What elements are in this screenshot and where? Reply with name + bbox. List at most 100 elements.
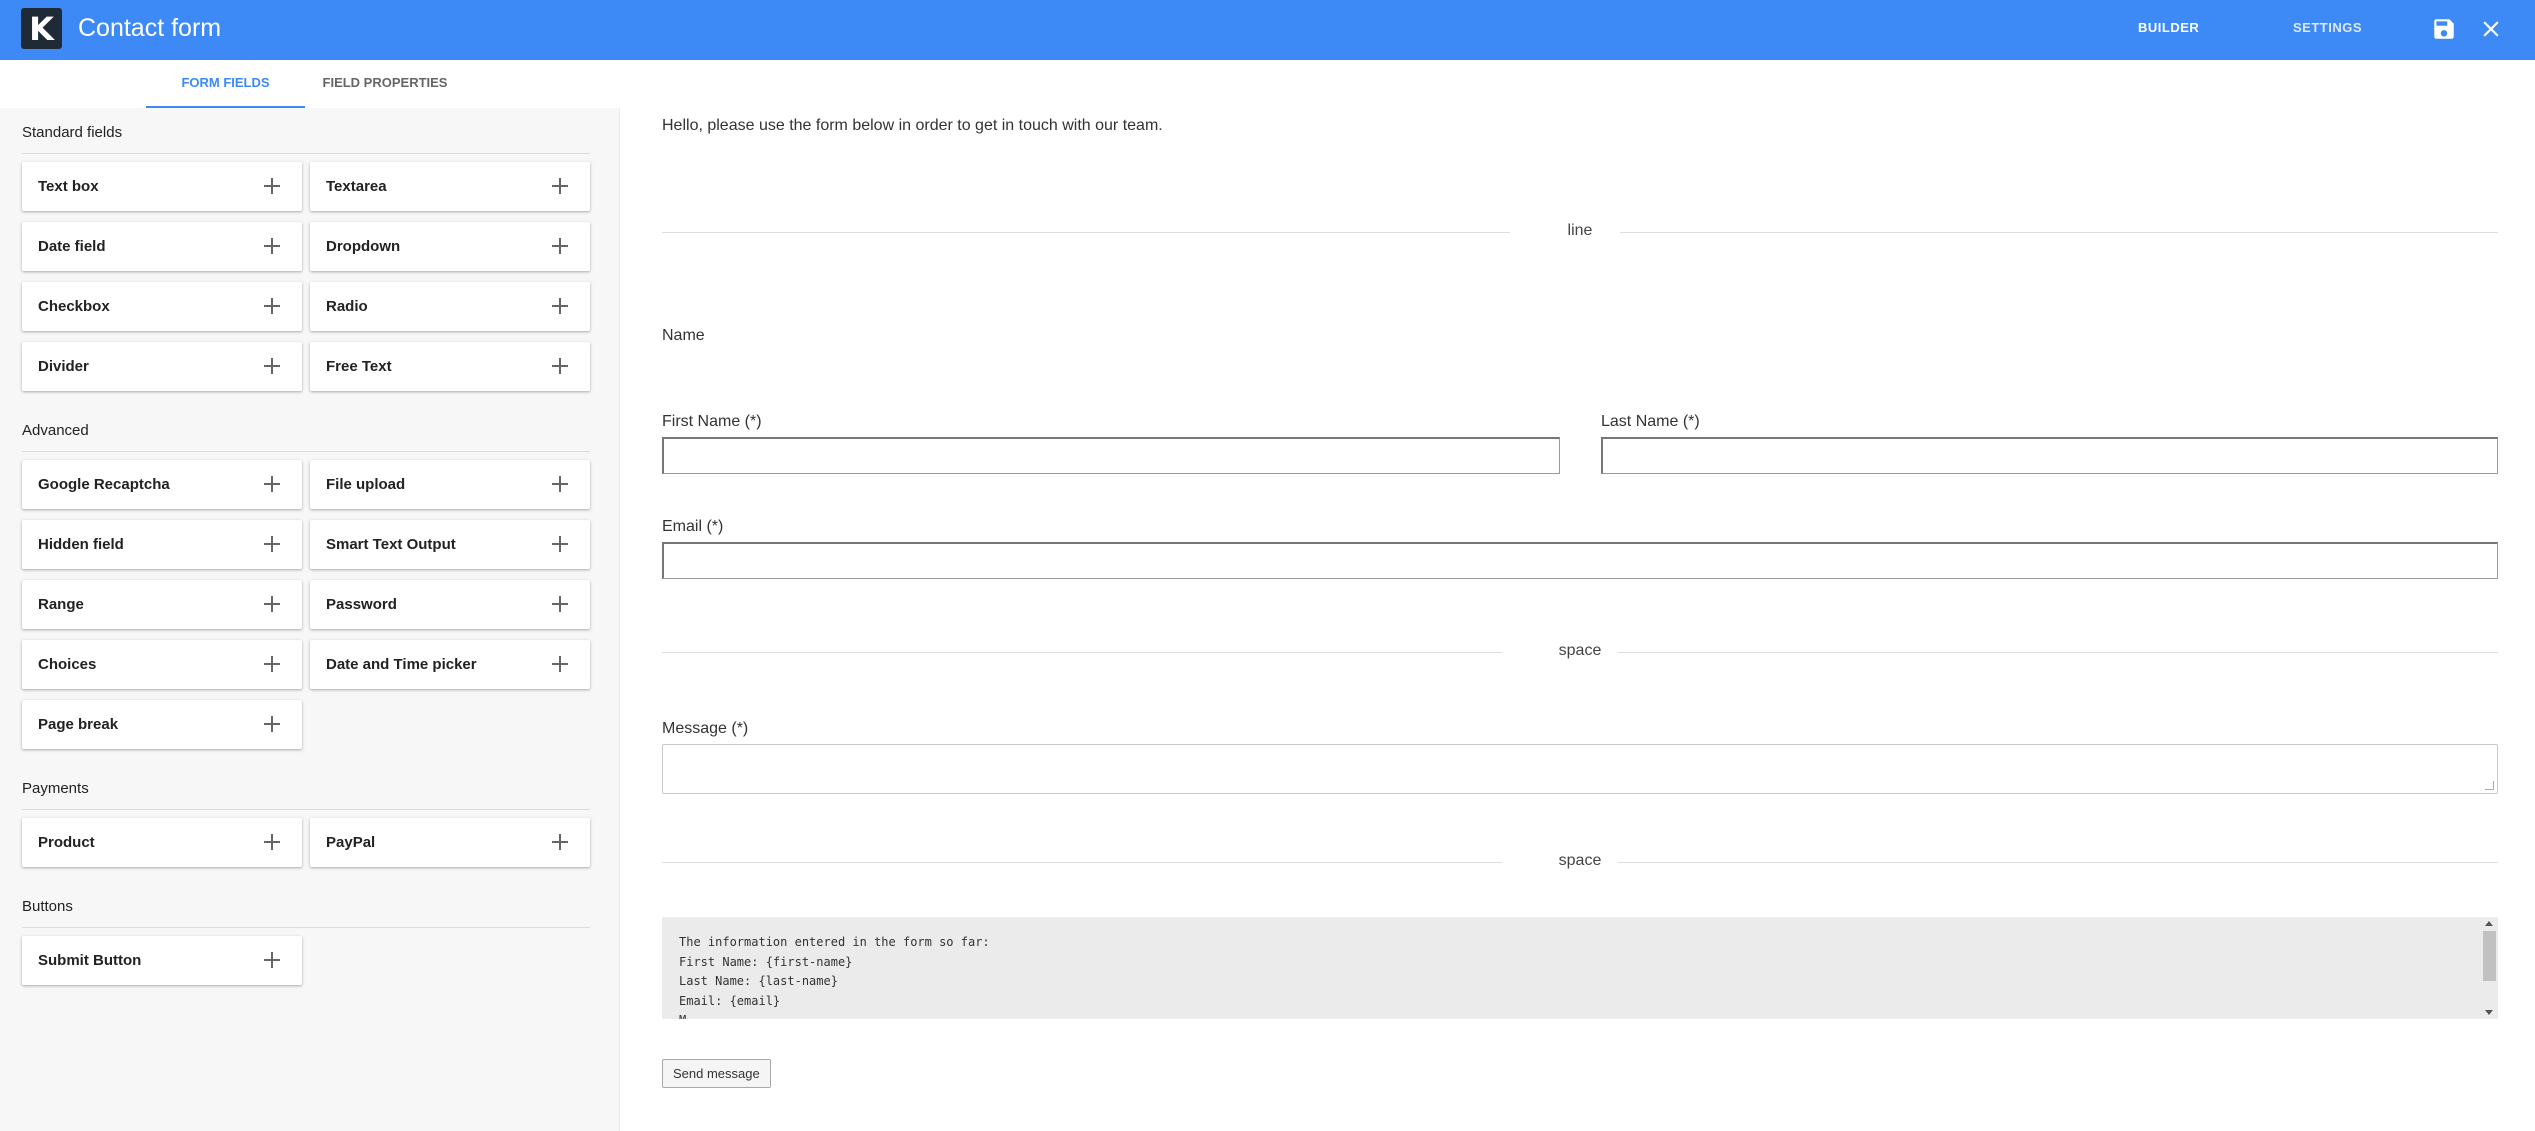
section-divider xyxy=(22,451,590,452)
plus-icon[interactable] xyxy=(552,656,568,672)
plus-icon[interactable] xyxy=(264,596,280,612)
field-card-checkbox[interactable]: Checkbox xyxy=(22,282,302,331)
field-card-text-box[interactable]: Text box xyxy=(22,162,302,211)
smart-text-line: M xyxy=(679,1011,990,1019)
field-card-range[interactable]: Range xyxy=(22,580,302,629)
plus-icon[interactable] xyxy=(552,358,568,374)
tab-form-fields[interactable]: FORM FIELDS xyxy=(146,60,305,108)
nav-builder[interactable]: BUILDER xyxy=(2138,20,2199,35)
section-divider xyxy=(22,153,590,154)
plus-icon[interactable] xyxy=(264,476,280,492)
email-label: Email (*) xyxy=(662,518,724,535)
field-card-label: Google Recaptcha xyxy=(38,476,170,493)
first-name-label: First Name (*) xyxy=(662,413,762,430)
plus-icon[interactable] xyxy=(552,298,568,314)
section-title: Payments xyxy=(22,780,89,797)
field-card-dropdown[interactable]: Dropdown xyxy=(310,222,590,271)
plus-icon[interactable] xyxy=(552,834,568,850)
scroll-up-icon[interactable] xyxy=(2485,921,2493,926)
field-card-product[interactable]: Product xyxy=(22,818,302,867)
plus-icon[interactable] xyxy=(264,716,280,732)
field-card-label: Dropdown xyxy=(326,238,401,255)
divider-space-1[interactable]: space xyxy=(662,642,2498,662)
save-icon[interactable] xyxy=(2431,16,2457,42)
last-name-input[interactable] xyxy=(1601,437,2498,474)
field-card-label: Textarea xyxy=(326,178,387,195)
field-card-free-text[interactable]: Free Text xyxy=(310,342,590,391)
field-card-label: PayPal xyxy=(326,834,376,851)
scroll-down-icon[interactable] xyxy=(2485,1010,2493,1015)
smart-text-scrollbar[interactable] xyxy=(2481,917,2498,1019)
field-card-label: File upload xyxy=(326,476,406,493)
field-card-paypal[interactable]: PayPal xyxy=(310,818,590,867)
divider-line[interactable]: line xyxy=(662,222,2498,242)
field-card-radio[interactable]: Radio xyxy=(310,282,590,331)
field-card-textarea[interactable]: Textarea xyxy=(310,162,590,211)
close-icon[interactable] xyxy=(2478,16,2504,42)
field-card-label: Hidden field xyxy=(38,536,124,553)
plus-icon[interactable] xyxy=(264,656,280,672)
plus-icon[interactable] xyxy=(552,476,568,492)
field-card-label: Date and Time picker xyxy=(326,656,477,673)
field-card-label: Password xyxy=(326,596,397,613)
tab-field-properties[interactable]: FIELD PROPERTIES xyxy=(305,60,465,108)
section-divider xyxy=(22,927,590,928)
sidebar: FORM FIELDS FIELD PROPERTIES Standard fi… xyxy=(0,60,620,1131)
plus-icon[interactable] xyxy=(264,358,280,374)
scroll-thumb[interactable] xyxy=(2483,931,2496,981)
divider-space-2[interactable]: space xyxy=(662,852,2498,872)
plus-icon[interactable] xyxy=(264,178,280,194)
smart-text-output[interactable]: The information entered in the form so f… xyxy=(662,917,2498,1019)
plus-icon[interactable] xyxy=(552,238,568,254)
smart-text-content: The information entered in the form so f… xyxy=(679,933,990,1019)
field-card-label: Choices xyxy=(38,656,97,673)
field-card-label: Free Text xyxy=(326,358,392,375)
field-card-label: Date field xyxy=(38,238,106,255)
plus-icon[interactable] xyxy=(552,178,568,194)
field-card-label: Submit Button xyxy=(38,952,142,969)
field-card-label: Range xyxy=(38,596,84,613)
field-card-date-and-time-picker[interactable]: Date and Time picker xyxy=(310,640,590,689)
smart-text-line: Last Name: {last-name} xyxy=(679,974,838,988)
plus-icon[interactable] xyxy=(264,238,280,254)
sidebar-tabs: FORM FIELDS FIELD PROPERTIES xyxy=(0,60,620,108)
plus-icon[interactable] xyxy=(264,536,280,552)
field-card-password[interactable]: Password xyxy=(310,580,590,629)
top-bar: K Contact form BUILDER SETTINGS xyxy=(0,0,2535,60)
section-divider xyxy=(22,809,590,810)
field-card-label: Page break xyxy=(38,716,119,733)
smart-text-line: First Name: {first-name} xyxy=(679,954,853,969)
plus-icon[interactable] xyxy=(552,596,568,612)
first-name-input[interactable] xyxy=(662,437,1560,474)
section-title: Standard fields xyxy=(22,124,123,141)
message-label: Message (*) xyxy=(662,720,749,737)
plus-icon[interactable] xyxy=(552,536,568,552)
plus-icon[interactable] xyxy=(264,298,280,314)
email-input[interactable] xyxy=(662,542,2498,579)
form-preview: Hello, please use the form below in orde… xyxy=(620,60,2535,1131)
plus-icon[interactable] xyxy=(264,952,280,968)
last-name-label: Last Name (*) xyxy=(1601,413,1700,430)
field-card-label: Smart Text Output xyxy=(326,536,456,553)
divider-label: space xyxy=(662,852,2498,870)
plus-icon[interactable] xyxy=(264,834,280,850)
field-card-label: Divider xyxy=(38,358,89,375)
resize-grip-icon[interactable] xyxy=(2485,781,2494,790)
field-card-date-field[interactable]: Date field xyxy=(22,222,302,271)
field-card-google-recaptcha[interactable]: Google Recaptcha xyxy=(22,460,302,509)
divider-label: space xyxy=(662,642,2498,660)
section-title: Buttons xyxy=(22,898,73,915)
field-card-divider[interactable]: Divider xyxy=(22,342,302,391)
message-textarea[interactable] xyxy=(662,744,2498,794)
field-card-submit-button[interactable]: Submit Button xyxy=(22,936,302,985)
field-card-label: Checkbox xyxy=(38,298,110,315)
intro-text: Hello, please use the form below in orde… xyxy=(662,117,1163,134)
field-card-page-break[interactable]: Page break xyxy=(22,700,302,749)
field-card-file-upload[interactable]: File upload xyxy=(310,460,590,509)
name-heading: Name xyxy=(662,327,705,344)
send-message-button[interactable]: Send message xyxy=(662,1059,771,1088)
field-card-smart-text-output[interactable]: Smart Text Output xyxy=(310,520,590,569)
field-card-hidden-field[interactable]: Hidden field xyxy=(22,520,302,569)
field-card-choices[interactable]: Choices xyxy=(22,640,302,689)
nav-settings[interactable]: SETTINGS xyxy=(2293,20,2362,35)
